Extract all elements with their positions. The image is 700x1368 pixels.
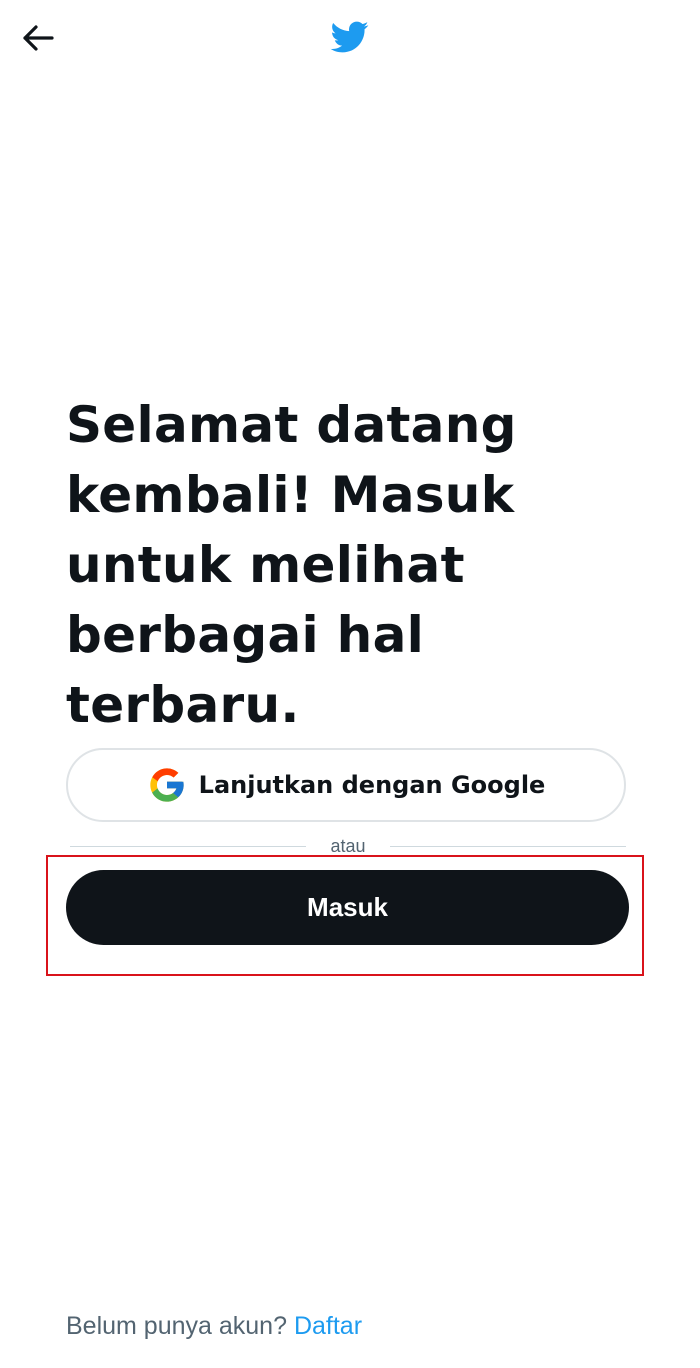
- divider-right: [390, 846, 626, 847]
- signup-link[interactable]: Daftar: [294, 1312, 362, 1340]
- signup-prompt: Belum punya akun? Daftar: [66, 1312, 362, 1341]
- twitter-logo: [327, 17, 371, 57]
- back-button[interactable]: [18, 20, 58, 56]
- signup-prompt-text: Belum punya akun?: [66, 1312, 287, 1340]
- page-title: Selamat datang kembali! Masuk untuk meli…: [66, 396, 517, 734]
- arrow-left-icon: [23, 25, 54, 51]
- google-button-label: Lanjutkan dengan Google: [198, 771, 546, 799]
- twitter-bird-icon: [330, 21, 369, 53]
- google-g-icon: [149, 768, 184, 802]
- continue-with-google-button[interactable]: Lanjutkan dengan Google: [66, 748, 626, 822]
- divider-left: [70, 846, 306, 847]
- divider-text: atau: [330, 836, 366, 856]
- login-button[interactable]: Masuk: [66, 870, 629, 945]
